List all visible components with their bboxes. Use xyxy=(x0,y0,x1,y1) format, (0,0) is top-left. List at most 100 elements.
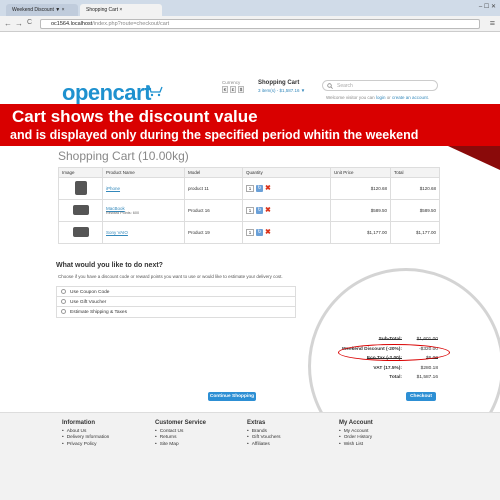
unit-price: $1,177.00 xyxy=(330,221,391,244)
search-placeholder: Search xyxy=(337,83,353,89)
option-label: Use Gift Voucher xyxy=(70,299,107,305)
next-steps-heading: What would you like to do next? xyxy=(56,262,163,269)
option-label: Estimate Shipping & Taxes xyxy=(70,309,127,315)
remove-icon[interactable]: ✖ xyxy=(265,229,271,236)
welcome-text: Welcome visitor you can xyxy=(326,95,375,100)
table-row: Sony VAIO Product 19 1 ↻ ✖ $1,177.00 $1,17… xyxy=(58,221,440,244)
footer-column-extras: Extras Brands Gift Vouchers Affiliates xyxy=(247,420,280,448)
banner-headline: Cart shows the discount value xyxy=(12,107,258,126)
column-header-image: Image xyxy=(58,167,103,178)
url-path: /index.php?route=checkout/cart xyxy=(92,21,170,27)
total-label: Sub-Total: xyxy=(378,337,402,342)
welcome-message: Welcome visitor you can login or create … xyxy=(326,95,429,100)
totals-row: VAT (17.5%): $280.18 xyxy=(326,366,438,376)
welcome-period: . xyxy=(427,95,430,100)
update-icon[interactable]: ↻ xyxy=(256,229,263,236)
next-steps-description: Choose if you have a discount code or re… xyxy=(58,274,283,279)
quantity-input[interactable]: 1 xyxy=(246,207,254,214)
column-header-unit-price: Unit Price xyxy=(330,167,391,178)
url-host: oc1564.localhost xyxy=(51,21,93,27)
continue-shopping-button[interactable]: Continue Shopping xyxy=(208,392,256,401)
total-value: $280.18 xyxy=(420,365,438,371)
next-steps-options: Use Coupon Code Use Gift Voucher Estimat… xyxy=(56,286,296,318)
column-header-total: Total xyxy=(390,167,440,178)
footer-heading: Information xyxy=(62,420,95,426)
footer-heading: Customer Service xyxy=(155,420,207,426)
footer-column-my-account: My Account My Account Order History Wish… xyxy=(339,420,373,448)
unit-price: $120.68 xyxy=(330,177,391,200)
browser-tab-strip: Weekend Discount ▼ × Shopping Cart × – ☐… xyxy=(0,0,500,16)
opencart-logo[interactable]: opencart xyxy=(62,80,151,106)
totals-row: Total: $1,587.16 xyxy=(326,375,438,385)
currency-euro-button[interactable]: € xyxy=(222,86,228,93)
radio-icon[interactable] xyxy=(61,289,66,294)
line-total: $1,177.00 xyxy=(390,221,440,244)
unit-price: $589.50 xyxy=(330,199,391,222)
product-model: Product 19 xyxy=(184,221,243,244)
table-row: MacBook Reward Points: 600 Product 16 1 ↻ ✖… xyxy=(58,199,440,222)
page-title: Shopping Cart (10.00kg) xyxy=(58,149,189,163)
banner-subline: and is displayed only during the specifi… xyxy=(10,128,419,142)
footer-link[interactable]: Affiliates xyxy=(247,442,280,448)
footer-link[interactable]: Wish List xyxy=(339,442,373,448)
quantity-input[interactable]: 1 xyxy=(246,229,254,236)
currency-switcher: Currency € £ $ xyxy=(222,80,244,93)
back-icon[interactable]: ← xyxy=(4,19,12,28)
product-link[interactable]: iPhone xyxy=(106,186,120,191)
or-text: or xyxy=(386,95,391,100)
quantity-input[interactable]: 1 xyxy=(246,185,254,192)
checkout-button[interactable]: Checkout xyxy=(406,392,436,401)
total-label: Total: xyxy=(389,375,402,380)
line-total: $120.68 xyxy=(390,177,440,200)
header-cart-summary[interactable]: 3 item(s) - $1,587.16 ▼ xyxy=(258,88,305,93)
product-thumbnail-iphone[interactable] xyxy=(74,181,87,195)
footer-link[interactable]: Site Map xyxy=(155,442,206,448)
footer-link[interactable]: Delivery Information xyxy=(62,435,110,441)
header-cart[interactable]: Shopping Cart 3 item(s) - $1,587.16 ▼ xyxy=(258,80,305,93)
option-voucher[interactable]: Use Gift Voucher xyxy=(57,297,295,307)
search-input[interactable]: Search xyxy=(322,80,438,91)
reward-points-note: Reward Points: 600 xyxy=(106,211,140,215)
footer-link[interactable]: Order History xyxy=(339,435,373,441)
total-value: $1,587.16 xyxy=(416,375,438,380)
footer-column-customer-service: Customer Service Contact Us Returns Site… xyxy=(155,420,206,448)
column-header-model: Model xyxy=(184,167,243,178)
login-link[interactable]: login xyxy=(376,95,386,100)
remove-icon[interactable]: ✖ xyxy=(265,185,271,192)
menu-icon[interactable]: ≡ xyxy=(490,18,495,28)
window-controls[interactable]: – ☐ ✕ xyxy=(479,3,496,10)
footer-column-information: Information About Us Delivery Informatio… xyxy=(62,420,109,448)
radio-icon[interactable] xyxy=(61,299,66,304)
product-thumbnail-sony-vaio[interactable] xyxy=(72,227,89,237)
currency-dollar-button[interactable]: $ xyxy=(238,86,244,93)
column-header-product-name: Product Name xyxy=(102,167,185,178)
product-model: product 11 xyxy=(184,177,243,200)
footer-link[interactable]: Privacy Policy xyxy=(62,442,109,448)
url-field[interactable]: oc1564.localhost/index.php?route=checkou… xyxy=(40,19,480,29)
product-model: Product 16 xyxy=(184,199,243,222)
total-label: VAT (17.5%): xyxy=(373,365,402,371)
table-header-row: Image Product Name Model Quantity Unit P… xyxy=(58,167,440,178)
footer-link[interactable]: Gift Vouchers xyxy=(247,435,281,441)
create-account-link[interactable]: create an account xyxy=(392,95,428,100)
update-icon[interactable]: ↻ xyxy=(256,207,263,214)
remove-icon[interactable]: ✖ xyxy=(265,207,271,214)
option-coupon[interactable]: Use Coupon Code xyxy=(57,287,295,297)
currency-pound-button[interactable]: £ xyxy=(230,86,236,93)
tab-weekend-discount[interactable]: Weekend Discount ▼ × xyxy=(6,4,78,16)
search-icon[interactable] xyxy=(327,83,333,89)
currency-label: Currency xyxy=(222,80,241,85)
tab-shopping-cart[interactable]: Shopping Cart × xyxy=(80,4,162,16)
column-header-quantity: Quantity xyxy=(242,167,331,178)
forward-icon[interactable]: → xyxy=(15,19,23,28)
reload-icon[interactable]: C xyxy=(27,19,32,26)
discount-highlight-ellipse xyxy=(338,344,450,361)
footer-heading: My Account xyxy=(339,420,373,426)
radio-icon[interactable] xyxy=(61,309,66,314)
product-thumbnail-macbook[interactable] xyxy=(72,205,89,215)
product-link[interactable]: Sony VAIO xyxy=(106,230,128,235)
cart-table: Image Product Name Model Quantity Unit P… xyxy=(58,167,440,244)
cart-logo-icon xyxy=(146,85,163,97)
update-icon[interactable]: ↻ xyxy=(256,185,263,192)
option-shipping[interactable]: Estimate Shipping & Taxes xyxy=(57,307,295,317)
